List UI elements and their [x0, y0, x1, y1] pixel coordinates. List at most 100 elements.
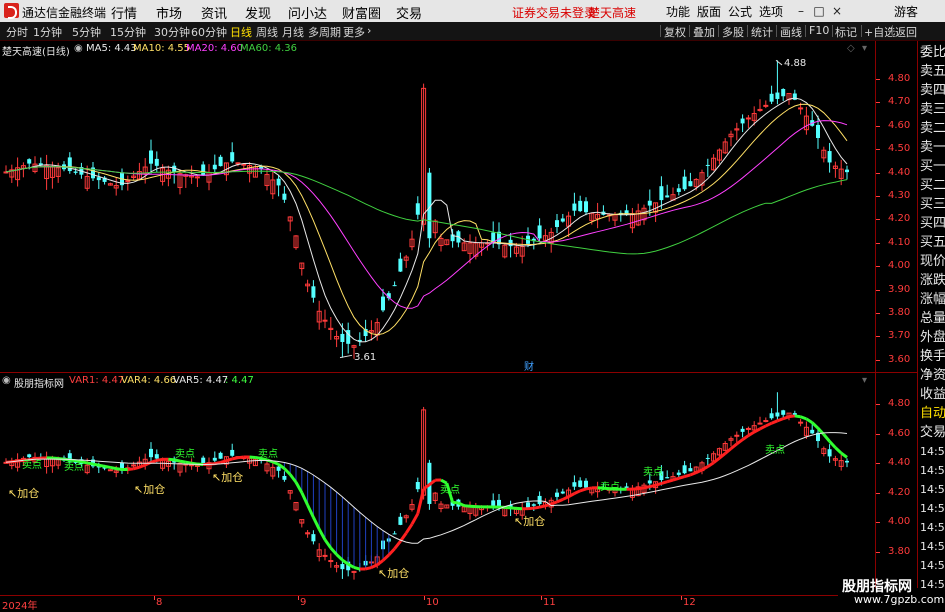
- var6-label: : 4.47: [225, 375, 254, 386]
- trend-segment: [151, 460, 157, 462]
- trend-segment: [377, 560, 383, 564]
- side-tab[interactable]: 14:56: [920, 499, 945, 518]
- period-15min[interactable]: 15分钟: [110, 24, 146, 40]
- main-price-chart[interactable]: [0, 41, 875, 372]
- indicator-chart[interactable]: ↖加仓↖加仓↖加仓↖加仓↖加仓卖点卖点卖点卖点卖点卖点卖点卖点: [0, 373, 875, 595]
- btn-tongji[interactable]: 统计: [751, 24, 773, 40]
- trend-segment: [174, 460, 180, 461]
- btn-add-watchlist[interactable]: +自选: [864, 24, 895, 40]
- sub-candle-body: [538, 496, 542, 504]
- period-60min[interactable]: 60分钟: [191, 24, 227, 40]
- sub-candle-body: [329, 561, 333, 562]
- close-icon[interactable]: ×: [828, 2, 846, 20]
- period-more[interactable]: 更多: [343, 24, 365, 40]
- menu-banmian[interactable]: 版面: [697, 3, 721, 20]
- period-5min[interactable]: 5分钟: [72, 24, 101, 40]
- date-axis: 2024年 8 9 10 11 12: [0, 595, 875, 610]
- sub-candle-body: [398, 517, 402, 525]
- sub-dropdown-icon[interactable]: ▾: [862, 375, 867, 386]
- menu-gongshi[interactable]: 公式: [728, 3, 752, 20]
- menu-caifuquan[interactable]: 财富圈: [342, 3, 381, 22]
- side-tab[interactable]: 涨幅: [920, 290, 945, 309]
- side-tab[interactable]: 换手: [920, 347, 945, 366]
- side-tab[interactable]: 买一: [920, 157, 945, 176]
- side-tab[interactable]: 14:56: [920, 461, 945, 480]
- trend-segment: [226, 459, 232, 461]
- menu-xuanxiang[interactable]: 选项: [759, 3, 783, 20]
- price-axis-tick-label: 4.50: [888, 143, 918, 154]
- sub-candle-body: [555, 493, 559, 497]
- btn-back[interactable]: 返回: [895, 24, 917, 40]
- period-monthly[interactable]: 月线: [282, 24, 304, 40]
- candle-body: [27, 159, 31, 163]
- btn-duogu[interactable]: 多股: [722, 24, 744, 40]
- sell-signal-label: 卖点: [765, 444, 785, 456]
- trend-segment: [650, 485, 656, 487]
- btn-huaxian[interactable]: 画线: [780, 24, 802, 40]
- side-tab[interactable]: 14:56: [920, 480, 945, 499]
- side-tab[interactable]: 14:56: [920, 442, 945, 461]
- candle-body: [793, 93, 797, 99]
- side-tab[interactable]: 买四: [920, 214, 945, 233]
- menu-jiaoyi[interactable]: 交易: [396, 3, 422, 22]
- toolbar-divider: [776, 25, 777, 37]
- menu-hangqing[interactable]: 行情: [111, 3, 137, 22]
- side-tab[interactable]: 委比: [920, 43, 945, 62]
- side-tab[interactable]: 交易: [920, 423, 945, 442]
- side-tab[interactable]: 买五: [920, 233, 945, 252]
- side-tab[interactable]: 卖五: [920, 62, 945, 81]
- menu-zixun[interactable]: 资讯: [201, 3, 227, 22]
- side-tab[interactable]: 现价: [920, 252, 945, 271]
- side-tab[interactable]: 卖三: [920, 100, 945, 119]
- sub-candle-body: [149, 449, 153, 457]
- period-multi[interactable]: 多周期: [308, 24, 341, 40]
- side-tab[interactable]: 涨跌: [920, 271, 945, 290]
- toolbar-divider: [861, 25, 862, 37]
- maximize-icon[interactable]: □: [810, 2, 828, 20]
- side-tab[interactable]: 14:56: [920, 537, 945, 556]
- period-1min[interactable]: 1分钟: [33, 24, 62, 40]
- side-tab[interactable]: 14:56: [920, 556, 945, 575]
- btn-f10[interactable]: F10: [809, 24, 829, 37]
- date-label: 9: [300, 597, 306, 608]
- guest-user[interactable]: 游客: [894, 3, 918, 20]
- date-label: 10: [426, 597, 439, 608]
- sub-candle-body: [665, 477, 669, 478]
- sub-candle-body: [526, 502, 530, 507]
- menu-shichang[interactable]: 市场: [156, 3, 182, 22]
- side-tab[interactable]: 买三: [920, 195, 945, 214]
- btn-fuquan[interactable]: 复权: [664, 24, 686, 40]
- dropdown-icon[interactable]: ▾: [862, 43, 867, 54]
- trend-segment: [731, 444, 737, 449]
- side-tab[interactable]: 14:56: [920, 518, 945, 537]
- side-tab[interactable]: 卖一: [920, 138, 945, 157]
- btn-diejia[interactable]: 叠加: [693, 24, 715, 40]
- login-warning[interactable]: 证券交易未登录: [512, 4, 596, 21]
- sub-settings-icon[interactable]: ◉: [2, 375, 11, 386]
- side-tab[interactable]: 外盘: [920, 328, 945, 347]
- side-tab[interactable]: 总量: [920, 309, 945, 328]
- finance-marker[interactable]: 财: [524, 358, 534, 373]
- side-tab[interactable]: 卖四: [920, 81, 945, 100]
- indicator-axis-tick: [876, 404, 880, 405]
- period-fenshi[interactable]: 分时: [6, 24, 28, 40]
- side-tab[interactable]: 收益: [920, 385, 945, 404]
- side-tab[interactable]: 卖二: [920, 119, 945, 138]
- btn-biaoji[interactable]: 标记: [835, 24, 857, 40]
- menu-gongneng[interactable]: 功能: [666, 3, 690, 20]
- side-tab[interactable]: 净资: [920, 366, 945, 385]
- side-tab[interactable]: 买二: [920, 176, 945, 195]
- period-30min[interactable]: 30分钟: [154, 24, 190, 40]
- minimize-icon[interactable]: –: [792, 2, 810, 20]
- period-weekly[interactable]: 周线: [256, 24, 278, 40]
- trend-segment: [406, 524, 412, 533]
- period-daily[interactable]: 日线: [230, 24, 252, 40]
- diamond-icon[interactable]: ◇: [847, 43, 855, 54]
- side-tab[interactable]: 自动: [920, 404, 945, 423]
- sub-candle-body: [677, 473, 681, 475]
- menu-faxian[interactable]: 发现: [245, 3, 271, 22]
- chevron-right-icon[interactable]: ›: [367, 24, 371, 37]
- menu-wenxiaoda[interactable]: 问小达: [288, 3, 327, 22]
- trend-segment: [273, 462, 279, 464]
- settings-gear-icon[interactable]: ◉: [74, 43, 83, 54]
